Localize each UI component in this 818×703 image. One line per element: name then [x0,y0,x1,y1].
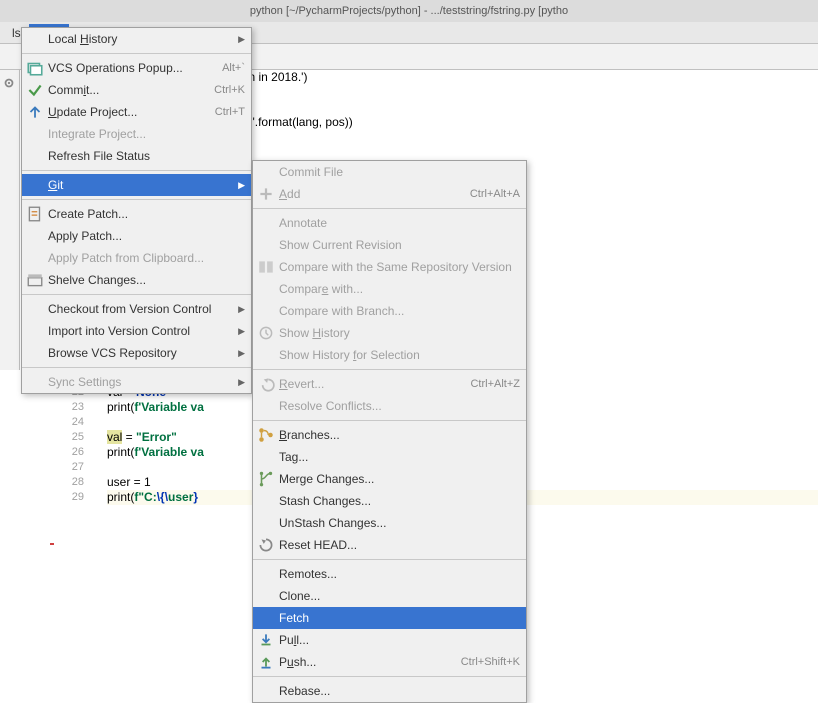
titlebar-text: python [~/PycharmProjects/python] - .../… [250,5,568,17]
apply-patch-clipboard-item: Apply Patch from Clipboard... [22,247,251,269]
gutter-line: 25 [52,430,84,445]
reset-head-item[interactable]: Reset HEAD... [253,534,526,556]
menu-separator [22,294,251,295]
git-submenu: Commit File AddCtrl+Alt+A Annotate Show … [252,160,527,703]
gutter-line: 28 [52,475,84,490]
commit-file-item: Commit File [253,161,526,183]
compare-branch-item: Compare with Branch... [253,300,526,322]
history-icon [257,325,275,341]
stash-changes-item[interactable]: Stash Changes... [253,490,526,512]
gear-icon[interactable] [2,76,16,90]
shelve-changes-item[interactable]: Shelve Changes... [22,269,251,291]
unstash-changes-item[interactable]: UnStash Changes... [253,512,526,534]
apply-patch-item[interactable]: Apply Patch... [22,225,251,247]
annotate-item: Annotate [253,212,526,234]
add-icon [257,186,275,202]
push-icon [257,654,275,670]
menu-separator [22,367,251,368]
gutter-line: 26 [52,445,84,460]
gutter-line: 29 [52,490,84,505]
vcs-menu: Local History▶ VCS Operations Popup...Al… [21,27,252,394]
revert-item: Revert...Ctrl+Alt+Z [253,373,526,395]
branch-icon [257,427,275,443]
checkout-vc-item[interactable]: Checkout from Version Control▶ [22,298,251,320]
shelve-icon [26,272,44,288]
remotes-item[interactable]: Remotes... [253,563,526,585]
gutter-line: 23 [52,400,84,415]
sync-settings-item: Sync Settings▶ [22,371,251,393]
compare-with-item: Compare with... [253,278,526,300]
pull-item[interactable]: Pull... [253,629,526,651]
update-icon [26,104,44,120]
browse-vcs-item[interactable]: Browse VCS Repository▶ [22,342,251,364]
push-item[interactable]: Push...Ctrl+Shift+K [253,651,526,673]
popup-icon [26,60,44,76]
local-history-item[interactable]: Local History▶ [22,28,251,50]
merge-icon [257,471,275,487]
import-vc-item[interactable]: Import into Version Control▶ [22,320,251,342]
git-submenu-item[interactable]: Git▶ [22,174,251,196]
update-project-item[interactable]: Update Project...Ctrl+T [22,101,251,123]
merge-changes-item[interactable]: Merge Changes... [253,468,526,490]
refresh-status-item[interactable]: Refresh File Status [22,145,251,167]
resolve-conflicts-item: Resolve Conflicts... [253,395,526,417]
show-history-sel-item: Show History for Selection [253,344,526,366]
fetch-item[interactable]: Fetch [253,607,526,629]
menu-separator [253,559,526,560]
titlebar: python [~/PycharmProjects/python] - .../… [0,0,818,22]
reset-icon [257,537,275,553]
branches-item[interactable]: Branches... [253,424,526,446]
gutter-line: 24 [52,415,84,430]
menu-separator [253,208,526,209]
create-patch-item[interactable]: Create Patch... [22,203,251,225]
clone-item[interactable]: Clone... [253,585,526,607]
menu-separator [253,420,526,421]
vcs-ops-popup-item[interactable]: VCS Operations Popup...Alt+` [22,57,251,79]
menu-separator [22,170,251,171]
add-item: AddCtrl+Alt+A [253,183,526,205]
menu-separator [253,369,526,370]
menu-separator [22,199,251,200]
menu-separator [253,676,526,677]
menu-separator [22,53,251,54]
tag-item[interactable]: Tag... [253,446,526,468]
error-stripe [50,543,54,545]
compare-same-item: Compare with the Same Repository Version [253,256,526,278]
show-history-item: Show History [253,322,526,344]
patch-icon [26,206,44,222]
rebase-item[interactable]: Rebase... [253,680,526,702]
pull-icon [257,632,275,648]
show-revision-item: Show Current Revision [253,234,526,256]
integrate-project-item: Integrate Project... [22,123,251,145]
gutter-line: 27 [52,460,84,475]
commit-item[interactable]: Commit...Ctrl+K [22,79,251,101]
tool-strip [0,70,20,370]
diff-icon [257,259,275,275]
revert-icon [257,376,275,392]
commit-icon [26,82,44,98]
